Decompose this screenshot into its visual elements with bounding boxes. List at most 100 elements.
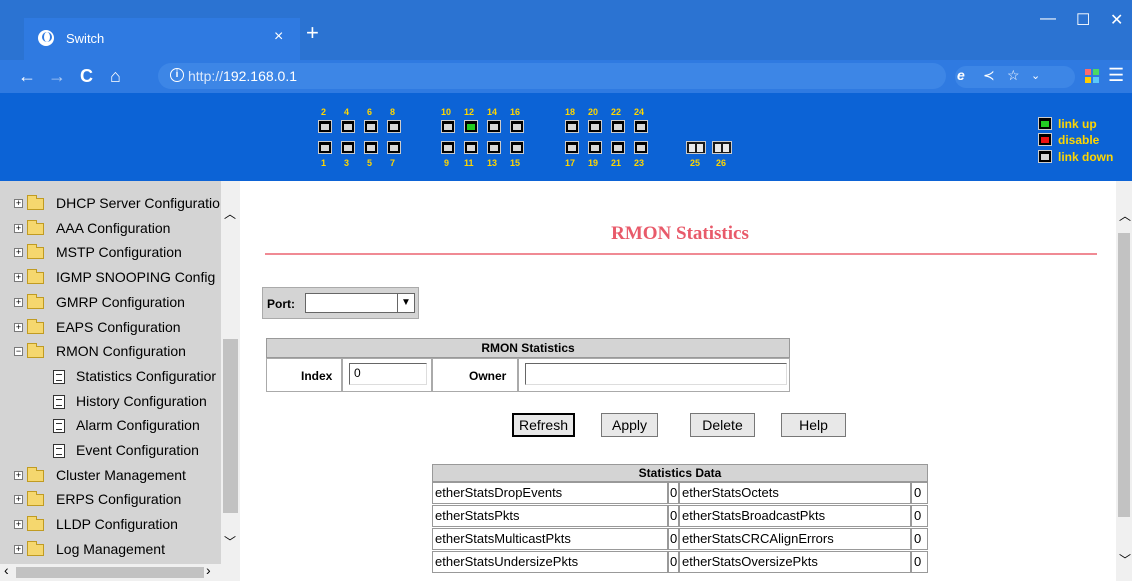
expand-icon[interactable]: + — [14, 273, 23, 283]
sidebar-item-label: DHCP Server Configuratio — [56, 195, 220, 211]
port-17-icon[interactable] — [565, 141, 579, 154]
sidebar-item-label: IGMP SNOOPING Config — [56, 269, 216, 286]
port-4-icon[interactable] — [341, 120, 355, 133]
expand-icon[interactable]: + — [14, 322, 23, 332]
stat-value: 0 — [911, 505, 928, 527]
stat-value: 0 — [668, 551, 679, 573]
port-label-top: 8 — [390, 107, 396, 117]
url-text: http://192.168.0.1 — [188, 68, 297, 84]
document-icon — [53, 369, 65, 384]
chevron-down-icon[interactable]: ⌄ — [1031, 69, 1040, 82]
back-icon[interactable]: ← — [18, 65, 36, 87]
help-button[interactable]: Help — [781, 413, 846, 437]
minimize-button[interactable]: — — [1040, 10, 1056, 28]
port-14-icon[interactable] — [487, 120, 501, 133]
rmon-table-header: RMON Statistics — [266, 338, 790, 358]
scroll-right-icon[interactable]: › — [206, 562, 211, 578]
expand-icon[interactable]: + — [14, 297, 23, 307]
browser-tab[interactable]: Switch × — [24, 18, 300, 60]
port-5-icon[interactable] — [364, 141, 378, 154]
home-icon[interactable]: ⌂ — [110, 65, 121, 87]
expand-icon[interactable]: + — [14, 520, 23, 530]
reload-icon[interactable]: C — [80, 65, 93, 87]
expand-icon[interactable]: + — [14, 248, 23, 258]
port-18-icon[interactable] — [565, 120, 579, 133]
port-6-icon[interactable] — [364, 120, 378, 133]
stat-name: etherStatsPkts — [432, 505, 668, 527]
port-10-icon[interactable] — [441, 120, 455, 133]
window-close-button[interactable]: ✕ — [1110, 10, 1123, 30]
expand-icon[interactable]: + — [14, 199, 23, 208]
scroll-up-icon[interactable]: ︿ — [224, 205, 236, 222]
port-22-icon[interactable] — [611, 120, 625, 133]
address-bar[interactable]: i http://192.168.0.1 — [158, 63, 946, 89]
sidebar-item-label: GMRP Configuration — [56, 293, 185, 310]
forward-icon[interactable]: → — [48, 65, 66, 87]
port-24-icon[interactable] — [634, 120, 648, 133]
port-3-icon[interactable] — [341, 141, 355, 154]
port-1-icon[interactable] — [318, 141, 332, 154]
stat-value: 0 — [668, 528, 679, 550]
port-20-icon[interactable] — [588, 120, 602, 133]
expand-icon[interactable]: + — [14, 544, 23, 554]
sidebar-hscroll-thumb[interactable] — [16, 567, 204, 578]
close-tab-icon[interactable]: × — [274, 28, 283, 46]
info-icon[interactable]: i — [170, 68, 184, 82]
stat-value: 0 — [911, 528, 928, 550]
sfp-port-25-icon[interactable] — [686, 141, 706, 154]
index-input[interactable]: 0 — [349, 363, 427, 385]
owner-input[interactable] — [525, 363, 787, 385]
maximize-button[interactable]: ☐ — [1076, 10, 1090, 30]
address-actions: e ≺ ☆ ⌄ — [955, 66, 1075, 88]
ie-mode-icon[interactable]: e — [957, 67, 965, 83]
star-icon[interactable]: ☆ — [1007, 67, 1020, 84]
refresh-button[interactable]: Refresh — [512, 413, 575, 437]
port-19-icon[interactable] — [588, 141, 602, 154]
port-7-icon[interactable] — [387, 141, 401, 154]
table-row: etherStatsUndersizePkts 0 etherStatsOversi… — [432, 551, 928, 573]
apps-icon[interactable] — [1085, 69, 1099, 83]
chevron-down-icon[interactable]: ▼ — [397, 294, 414, 312]
open-folder-icon — [27, 343, 44, 359]
sfp-port-label: 25 — [690, 158, 701, 168]
port-11-icon[interactable] — [464, 141, 478, 154]
delete-button[interactable]: Delete — [690, 413, 755, 437]
legend-link-up-icon — [1038, 117, 1052, 130]
legend-link-up-label: link up — [1058, 117, 1097, 131]
expand-icon[interactable]: + — [14, 495, 23, 505]
port-16-icon[interactable] — [510, 120, 524, 133]
new-tab-button[interactable]: + — [306, 22, 319, 44]
sidebar-item-label: MSTP Configuration — [56, 244, 182, 261]
port-15-icon[interactable] — [510, 141, 524, 154]
port-label-bottom: 17 — [565, 158, 576, 168]
share-icon[interactable]: ≺ — [983, 67, 995, 84]
port-13-icon[interactable] — [487, 141, 501, 154]
scroll-down-icon[interactable]: ﹀ — [224, 533, 236, 550]
port-label-top: 4 — [344, 107, 350, 117]
collapse-icon[interactable]: − — [14, 347, 23, 357]
port-2-icon[interactable] — [318, 120, 332, 133]
apply-button[interactable]: Apply — [601, 413, 658, 437]
port-8-icon[interactable] — [387, 120, 401, 133]
stat-value: 0 — [668, 482, 679, 504]
main-content: RMON Statistics Port: ▼ RMON Statistics … — [240, 181, 1132, 581]
sfp-port-26-icon[interactable] — [712, 141, 732, 154]
port-select[interactable]: ▼ — [305, 293, 415, 313]
globe-icon — [38, 30, 54, 46]
expand-icon[interactable]: + — [14, 223, 23, 233]
stat-value: 0 — [668, 505, 679, 527]
port-label-bottom: 13 — [487, 158, 498, 168]
scroll-down-icon[interactable]: ﹀ — [1119, 551, 1131, 568]
sidebar-scroll-thumb[interactable] — [223, 339, 238, 513]
port-9-icon[interactable] — [441, 141, 455, 154]
port-12-icon[interactable] — [464, 120, 478, 133]
sfp-port-label: 26 — [716, 158, 727, 168]
scroll-left-icon[interactable]: ‹ — [4, 562, 9, 578]
scroll-up-icon[interactable]: ︿ — [1119, 207, 1131, 224]
port-21-icon[interactable] — [611, 141, 625, 154]
menu-icon[interactable]: ☰ — [1108, 65, 1124, 86]
port-label-top: 12 — [464, 107, 475, 117]
expand-icon[interactable]: + — [14, 470, 23, 480]
port-23-icon[interactable] — [634, 141, 648, 154]
main-scroll-thumb[interactable] — [1118, 233, 1130, 517]
